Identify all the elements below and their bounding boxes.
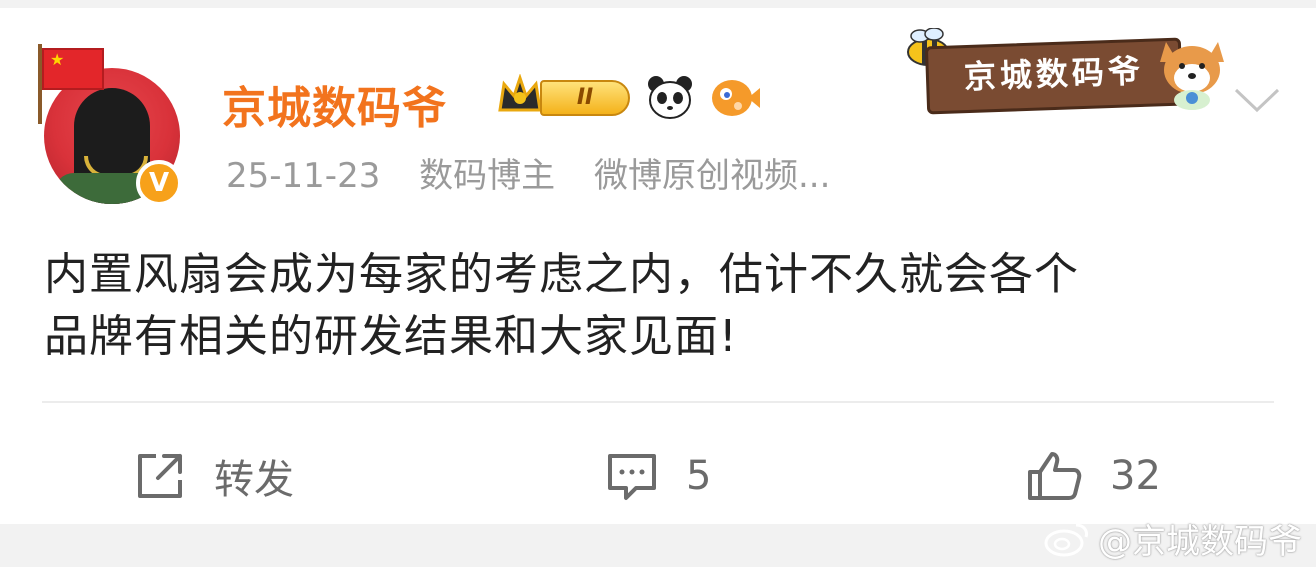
level-badge[interactable]: II xyxy=(540,80,630,116)
username[interactable]: 京城数码爷 xyxy=(222,72,447,136)
verified-badge-icon: V xyxy=(136,160,182,206)
content-line: 品牌有相关的研发结果和大家见面! xyxy=(44,311,738,362)
fish-icon xyxy=(712,80,760,116)
thumbs-up-icon xyxy=(1028,452,1082,500)
crown-icon xyxy=(498,74,542,112)
repost-label: 转发 xyxy=(214,457,294,503)
watermark-text: @京城数码爷 xyxy=(1098,522,1302,562)
like-count: 32 xyxy=(1110,453,1161,499)
panda-icon xyxy=(648,76,692,119)
like-button[interactable]: 32 xyxy=(1026,448,1161,504)
chevron-down-icon[interactable] xyxy=(1232,84,1282,114)
author-tag[interactable]: 数码博主 xyxy=(419,156,555,196)
comment-icon xyxy=(608,454,656,500)
post-date: 25-11-23 xyxy=(226,156,381,196)
watermark: @京城数码爷 xyxy=(1044,514,1302,563)
source-tag[interactable]: 微博原创视频... xyxy=(594,156,830,196)
flag-icon: ★ xyxy=(42,48,104,90)
content-line: 内置风扇会成为每家的考虑之内，估计不久就会各个 xyxy=(44,249,1079,300)
brand-sign: 京城数码爷 xyxy=(924,37,1184,115)
weibo-logo-icon xyxy=(1044,523,1088,556)
comment-button[interactable]: 5 xyxy=(606,448,711,504)
divider xyxy=(42,401,1274,403)
user-avatar[interactable]: ★ V xyxy=(38,44,184,208)
post-content: 内置风扇会成为每家的考虑之内，估计不久就会各个 品牌有相关的研发结果和大家见面! xyxy=(44,244,1284,368)
shiba-dog-icon xyxy=(1160,42,1224,110)
repost-icon xyxy=(138,454,182,498)
weibo-post-card: ★ V 京城数码爷 II 25-11-23 数码博主 微博原创视频... 京城数… xyxy=(0,8,1316,524)
repost-button[interactable]: 转发 xyxy=(134,448,294,504)
post-meta: 25-11-23 数码博主 微博原创视频... xyxy=(226,148,858,197)
flag-star: ★ xyxy=(50,50,65,69)
comment-count: 5 xyxy=(686,453,712,499)
